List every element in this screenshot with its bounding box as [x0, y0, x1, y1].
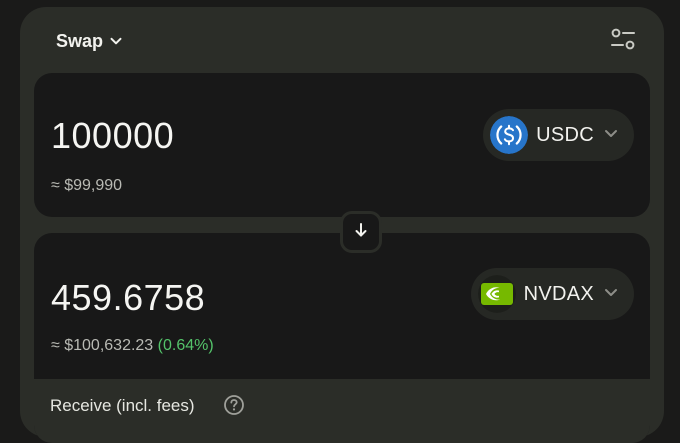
pay-fiat-value: ≈ $99,990 [51, 177, 123, 194]
receive-panel: 459.6758 ≈ $100,632.23 (0.64%) NVDAX Rec… [34, 233, 650, 443]
usdc-logo-icon [490, 116, 529, 154]
chevron-down-icon [602, 124, 620, 147]
receive-details-section: Receive (incl. fees) [34, 379, 650, 443]
pay-token-symbol: USDC [536, 123, 594, 146]
swap-mode-dropdown[interactable]: Swap [56, 29, 123, 53]
pay-panel: 100000 ≈ $99,990 USDC [34, 73, 650, 217]
receive-fiat-amount: ≈ $100,632.23 [51, 337, 154, 354]
receive-token-symbol: NVDAX [523, 282, 594, 305]
sliders-icon [609, 26, 637, 57]
swap-card: Swap 100000 ≈ $99,990 USDC 459.6758 ≈ $1… [20, 7, 664, 443]
nvidia-logo-icon [477, 275, 516, 313]
swap-mode-label: Swap [56, 30, 104, 51]
receive-token-selector[interactable]: NVDAX [470, 268, 634, 320]
receive-price-impact: (0.64%) [157, 337, 214, 354]
pay-amount-input[interactable]: 100000 [51, 115, 174, 157]
flip-direction-button[interactable] [340, 211, 382, 253]
receive-amount: 459.6758 [51, 277, 206, 318]
receive-fiat-value: ≈ $100,632.23 (0.64%) [51, 337, 214, 355]
chevron-down-icon [602, 283, 620, 306]
pay-token-selector[interactable]: USDC [483, 109, 634, 161]
receive-incl-fees-label: Receive (incl. fees) [50, 396, 195, 415]
arrow-down-icon [352, 221, 370, 244]
settings-button[interactable] [608, 27, 638, 55]
chevron-down-icon [109, 34, 123, 48]
question-circle-icon[interactable] [223, 394, 245, 416]
